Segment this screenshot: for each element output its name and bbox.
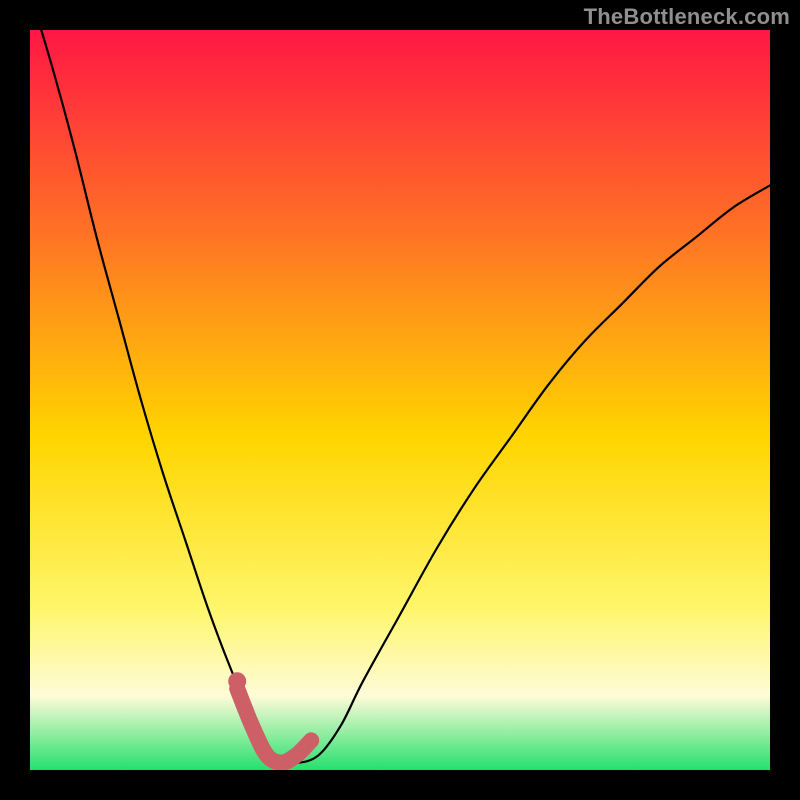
- chart-frame: TheBottleneck.com: [0, 0, 800, 800]
- trough-highlight-dot: [228, 672, 246, 690]
- watermark-label: TheBottleneck.com: [584, 4, 790, 30]
- plot-area: [30, 30, 770, 770]
- bottleneck-chart: [30, 30, 770, 770]
